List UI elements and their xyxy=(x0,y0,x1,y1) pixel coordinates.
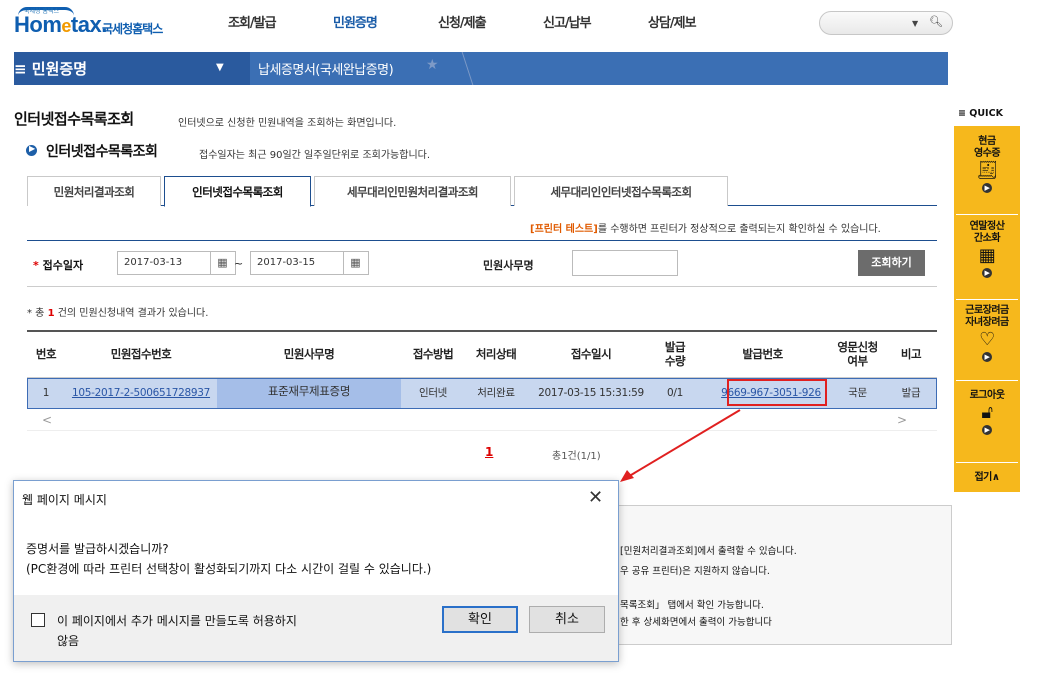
dialog-title: 웹 페이지 메시지 xyxy=(22,493,107,507)
suppress-checkbox[interactable] xyxy=(31,613,45,627)
dialog-message: 증명서를 발급하시겠습니까? xyxy=(26,542,169,556)
cancel-button[interactable]: 취소 xyxy=(529,606,605,633)
close-icon[interactable]: ✕ xyxy=(588,487,603,508)
ok-button[interactable]: 확인 xyxy=(442,606,518,633)
dialog-message-detail: (PC환경에 따라 프린터 선택창이 활성화되기까지 다소 시간이 걸릴 수 있… xyxy=(26,562,432,576)
suppress-label: 이 페이지에서 추가 메시지를 만들도록 허용하지 xyxy=(57,614,297,628)
